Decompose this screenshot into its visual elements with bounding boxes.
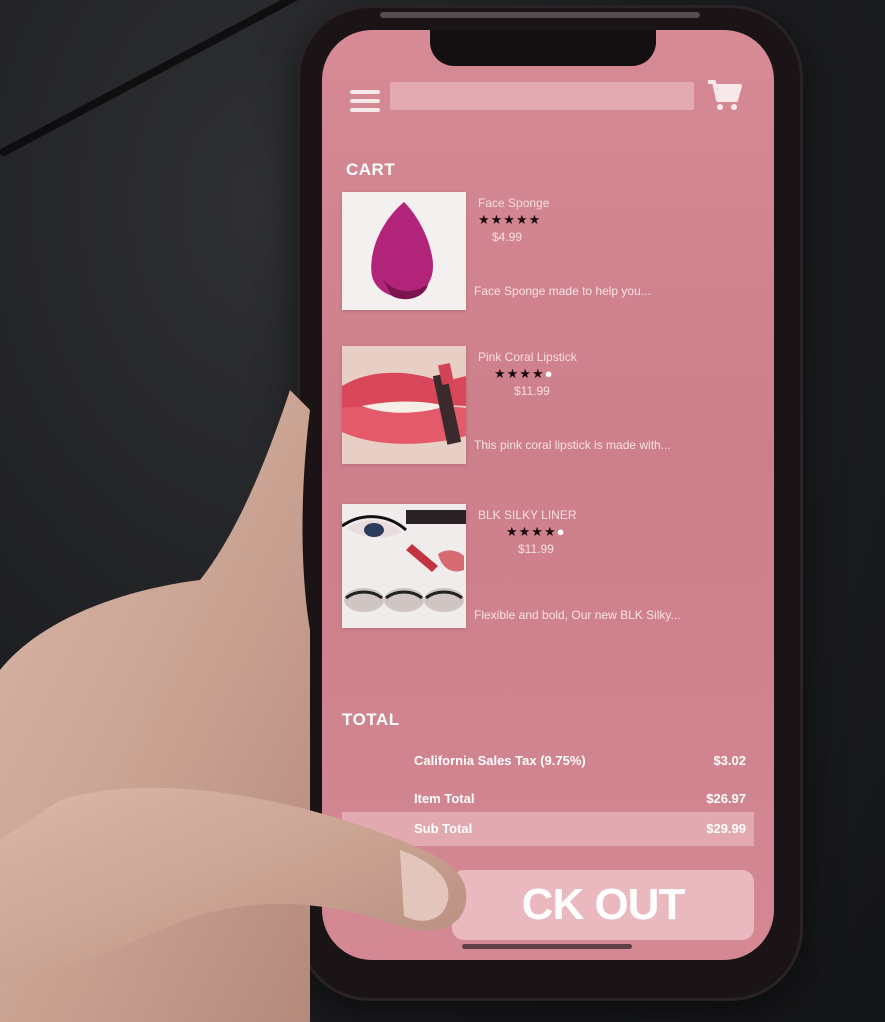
rating-stars: ★★★★● [494, 366, 553, 382]
item-price: $11.99 [514, 384, 550, 398]
cart-item-face-sponge[interactable]: Face Sponge ★★★★★ $4.99 Face Sponge made… [342, 192, 762, 322]
cart-title: CART [346, 160, 396, 179]
app-screen: CART Face Sponge ★★★★★ $4.99 Face Sponge… [322, 30, 774, 960]
cable [0, 0, 338, 158]
stars-filled: ★★★★★ [478, 212, 542, 227]
tax-label: California Sales Tax (9.75%) [414, 753, 586, 768]
cart-item-blk-silky-liner[interactable]: BLK SILKY LINER ★★★★● $11.99 Flexible an… [342, 504, 762, 634]
stars-empty: ● [556, 524, 566, 539]
item-description: Face Sponge made to help you... [474, 284, 651, 298]
item-price: $4.99 [492, 230, 523, 244]
phone-notch [430, 30, 656, 66]
cart-item-pink-coral-lipstick[interactable]: Pink Coral Lipstick ★★★★● $11.99 This pi… [342, 346, 762, 476]
item-name: BLK SILKY LINER [478, 508, 577, 522]
search-input[interactable] [390, 82, 694, 110]
hamburger-menu-icon[interactable] [350, 90, 380, 112]
tax-value: $3.02 [713, 753, 746, 768]
item-total-label: Item Total [414, 791, 475, 806]
tax-row: California Sales Tax (9.75%) $3.02 [342, 744, 754, 778]
item-description: This pink coral lipstick is made with... [474, 438, 671, 452]
product-image-lipstick [342, 346, 466, 464]
rating-stars: ★★★★● [506, 524, 565, 540]
stars-empty: ● [544, 366, 554, 381]
shopping-cart-icon[interactable] [706, 78, 742, 112]
phone-device: CART Face Sponge ★★★★★ $4.99 Face Sponge… [300, 8, 800, 998]
checkout-button[interactable]: CK OUT [452, 870, 754, 940]
product-image-face-sponge [342, 192, 466, 310]
rating-stars: ★★★★★ [478, 212, 541, 228]
sub-total-label: Sub Total [414, 821, 473, 836]
item-total-row: Item Total $26.97 [342, 782, 754, 816]
phone-edge [380, 12, 700, 18]
stars-filled: ★★★★ [494, 366, 545, 381]
item-description: Flexible and bold, Our new BLK Silky... [474, 608, 681, 622]
item-price: $11.99 [518, 542, 554, 556]
sub-total-row: Sub Total $29.99 [342, 812, 754, 846]
home-indicator [462, 944, 632, 949]
product-image-liner [342, 504, 466, 628]
item-name: Face Sponge [478, 196, 550, 210]
stars-filled: ★★★★ [506, 524, 557, 539]
total-title: TOTAL [342, 710, 400, 729]
item-name: Pink Coral Lipstick [478, 350, 577, 364]
item-total-value: $26.97 [706, 791, 746, 806]
sub-total-value: $29.99 [706, 821, 746, 836]
